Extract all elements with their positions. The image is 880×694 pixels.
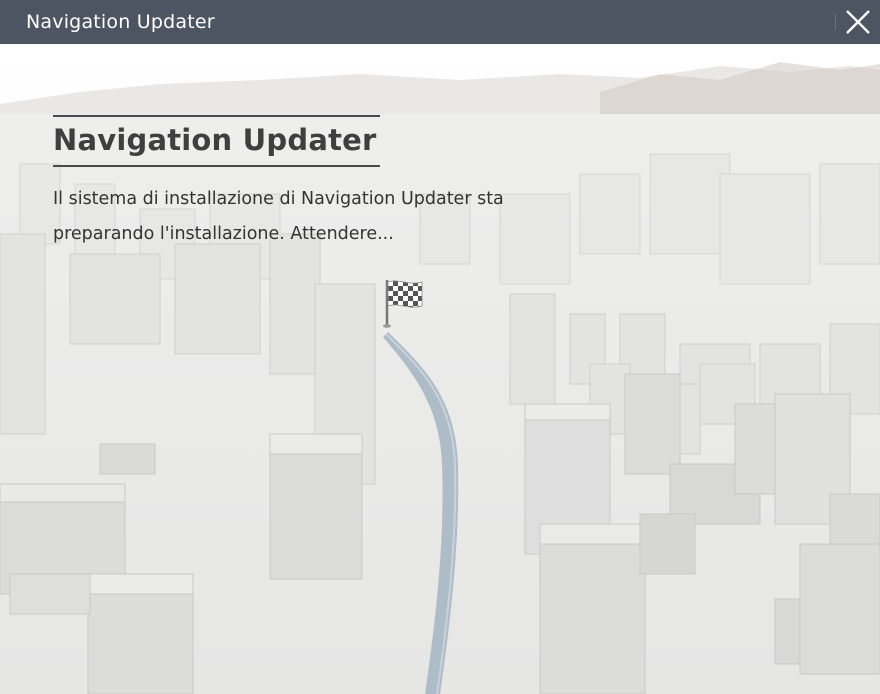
content-area: Navigation Updater Il sistema di install… (0, 44, 880, 694)
status-message: Il sistema di installazione di Navigatio… (53, 189, 504, 244)
window-title: Navigation Updater (26, 11, 215, 33)
title-bar: Navigation Updater (0, 0, 880, 44)
checkered-flag-icon (383, 280, 423, 328)
heading-frame: Navigation Updater (53, 115, 380, 167)
installer-window: Navigation Updater Navigation Updater Il… (0, 0, 880, 694)
page-heading: Navigation Updater (53, 123, 377, 157)
titlebar-separator (835, 14, 836, 30)
close-icon (846, 10, 870, 34)
close-button[interactable] (842, 6, 874, 38)
